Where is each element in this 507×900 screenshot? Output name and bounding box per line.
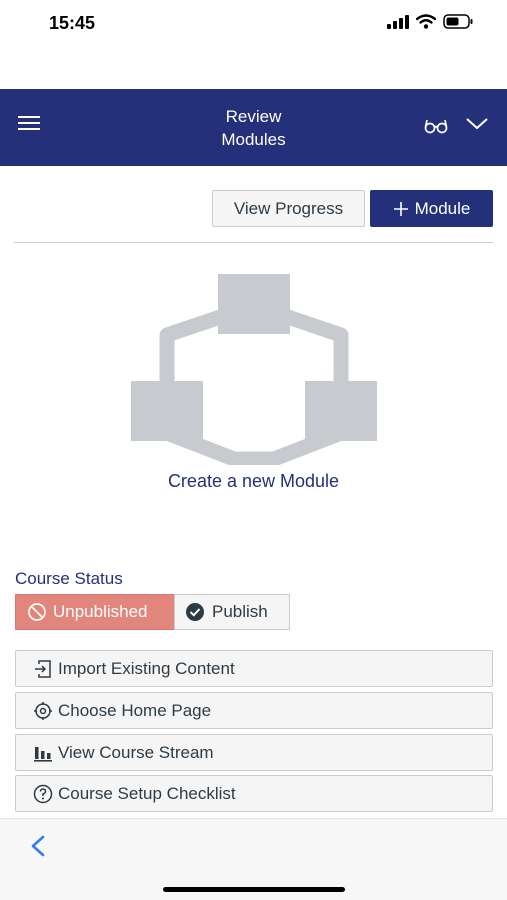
divider	[14, 242, 493, 243]
course-setup-checklist-button[interactable]: Course Setup Checklist	[15, 775, 493, 812]
choose-home-page-button[interactable]: Choose Home Page	[15, 692, 493, 729]
back-chevron-icon[interactable]	[28, 834, 48, 858]
publish-label: Publish	[212, 602, 268, 621]
plus-icon	[393, 201, 408, 216]
page-title: Review Modules	[150, 105, 357, 151]
import-content-button[interactable]: Import Existing Content	[15, 650, 493, 687]
add-module-label: Module	[414, 198, 471, 218]
bar-chart-icon	[34, 746, 52, 762]
help-circle-icon	[33, 784, 53, 803]
unpublished-button[interactable]: Unpublished	[15, 594, 175, 630]
unpublished-label: Unpublished	[53, 602, 148, 621]
chevron-down-icon[interactable]	[466, 117, 488, 131]
publish-button[interactable]: Publish	[174, 594, 290, 630]
top-nav-bar: Review Modules	[0, 89, 507, 166]
modules-illustration	[131, 274, 377, 465]
target-icon	[34, 701, 52, 720]
battery-icon	[443, 14, 473, 29]
view-course-stream-label: View Course Stream	[58, 742, 214, 762]
wifi-icon	[416, 14, 436, 29]
import-content-label: Import Existing Content	[58, 658, 235, 678]
add-module-button[interactable]: Module	[370, 190, 493, 227]
status-bar: 15:45	[0, 0, 507, 50]
import-icon	[35, 659, 51, 678]
glasses-icon[interactable]	[424, 116, 448, 136]
check-circle-icon	[186, 603, 204, 621]
view-progress-button[interactable]: View Progress	[212, 190, 365, 227]
course-status-label: Course Status	[15, 569, 123, 588]
course-setup-checklist-label: Course Setup Checklist	[58, 783, 236, 803]
status-icons	[387, 14, 473, 29]
signal-icon	[387, 14, 409, 29]
prohibited-icon	[28, 603, 46, 621]
choose-home-page-label: Choose Home Page	[58, 700, 212, 720]
status-time: 15:45	[49, 13, 96, 33]
bottom-toolbar	[0, 818, 507, 900]
page-title-line1: Review	[225, 107, 282, 126]
create-module-link[interactable]: Create a new Module	[0, 471, 507, 492]
home-indicator	[163, 887, 345, 892]
page-title-line2: Modules	[221, 130, 286, 149]
menu-icon[interactable]	[18, 116, 42, 138]
view-course-stream-button[interactable]: View Course Stream	[15, 734, 493, 771]
